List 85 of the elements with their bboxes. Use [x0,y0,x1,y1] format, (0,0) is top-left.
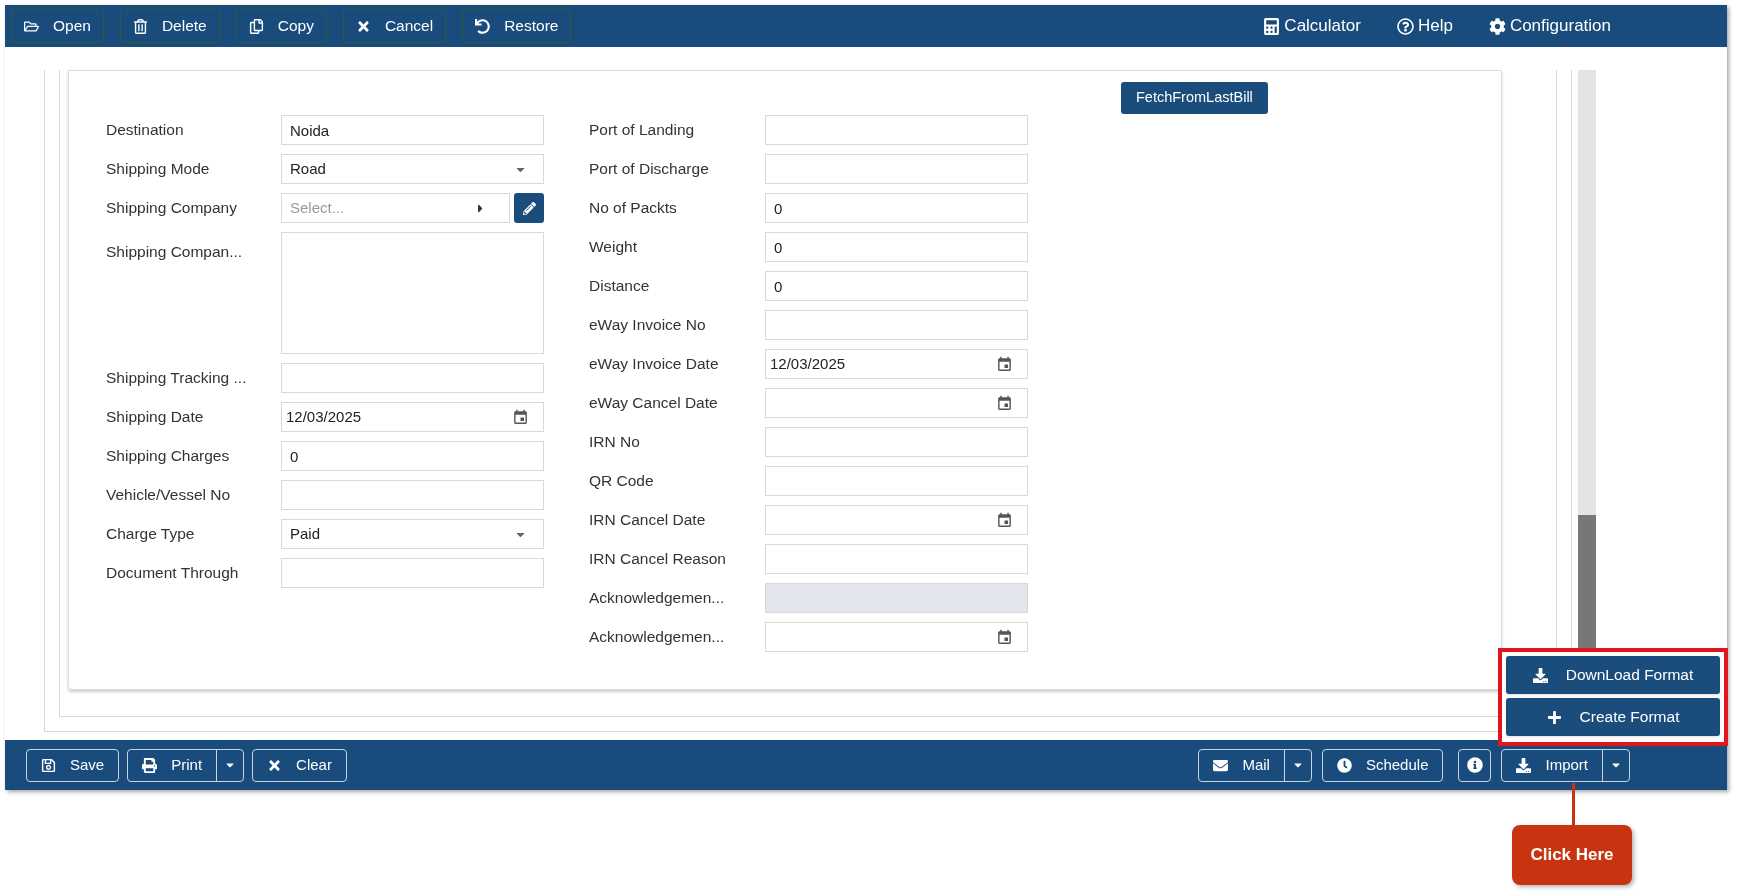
download-icon [1516,757,1532,773]
toolbar-button[interactable]: Cancel [342,9,447,43]
menu-item[interactable]: DownLoad Format [1506,656,1720,694]
text-field[interactable] [281,480,544,510]
download-icon [1532,667,1548,683]
field-label: Acknowledgemen... [589,627,726,648]
field-label: Document Through [106,563,240,584]
field-label: IRN No [589,432,641,453]
calendar-icon [512,408,529,426]
toolbar-button[interactable]: Open [11,9,104,43]
toolbar-link[interactable]: Help [1396,13,1453,39]
text-field[interactable] [765,310,1028,340]
envelope-icon [1213,757,1229,773]
text-field[interactable] [765,466,1028,496]
text-field[interactable]: 0 [765,193,1028,223]
field-label: Shipping Date [106,407,205,428]
field-label: Shipping Compan... [106,242,244,262]
field-label: IRN Cancel Reason [589,549,727,570]
settings-icon [1488,17,1506,35]
leader-line [1572,783,1575,825]
field-label: No of Packts [589,198,678,219]
toolbar-button[interactable]: Copy [235,9,327,43]
text-field[interactable]: 0 [765,232,1028,262]
dropdown-field[interactable]: Road [281,154,544,184]
text-field[interactable] [765,154,1028,184]
text-field[interactable]: 0 [765,271,1028,301]
menu-item[interactable]: Create Format [1506,698,1720,736]
field-label: Port of Discharge [589,159,710,180]
toolbar-button[interactable]: Delete [119,9,220,43]
calculator-icon [1263,17,1281,35]
field-label: eWay Invoice Date [589,354,720,375]
text-field[interactable] [765,544,1028,574]
date-field[interactable]: 12/03/2025 [765,349,1028,379]
toolbar-link[interactable]: Configuration [1488,13,1611,39]
close-icon [267,757,283,773]
text-field[interactable] [765,115,1028,145]
field-label: Shipping Tracking ... [106,368,248,389]
date-field[interactable]: 12/03/2025 [281,402,544,432]
calendar-icon [996,355,1013,373]
text-area[interactable] [281,232,544,354]
calendar-icon [996,628,1013,646]
edit-button[interactable] [514,193,544,223]
field-label: Acknowledgemen... [589,588,726,609]
date-field[interactable] [765,622,1028,652]
trash-icon [132,18,148,34]
calendar-icon [996,394,1013,412]
callout: Click Here [1512,825,1632,885]
field-label: QR Code [589,471,655,492]
field-label: eWay Invoice No [589,315,707,336]
toolbar-button[interactable]: Save [27,749,119,781]
toolbar-button[interactable]: Clear [253,749,346,781]
date-field[interactable] [765,505,1028,535]
field-label: Port of Landing [589,120,696,141]
field-label: eWay Cancel Date [589,393,719,414]
calendar-icon [996,511,1013,529]
plus-icon [1546,709,1562,725]
field-label: Shipping Mode [106,159,211,180]
save-icon [41,757,56,773]
field-label: Weight [589,237,638,258]
toolbar-button[interactable]: Restore [462,9,572,43]
info-button[interactable] [1458,748,1492,782]
undo-icon [475,18,491,34]
field-label: Shipping Charges [106,446,231,467]
text-field[interactable]: 0 [281,441,544,471]
text-field[interactable] [765,427,1028,457]
copy-icon [248,18,264,34]
toolbar-link[interactable]: Calculator [1263,13,1361,39]
text-field[interactable]: Noida [281,115,544,145]
text-field[interactable] [281,363,544,393]
fetch-button[interactable]: FetchFromLastBill [1121,82,1268,114]
field-label: Shipping Company [106,198,238,219]
text-field[interactable] [281,558,544,588]
field-label: Vehicle/Vessel No [106,485,232,506]
field-label: Destination [106,120,185,141]
info-icon [1467,757,1483,773]
date-field[interactable] [765,388,1028,418]
field-label: Distance [589,276,651,297]
field-label: Charge Type [106,524,196,545]
pencil-icon [522,201,536,215]
dropdown-field[interactable]: Paid [281,519,544,549]
printer-icon [142,757,158,773]
clock-icon [1336,757,1352,773]
field-label: IRN Cancel Date [589,510,707,531]
help-icon [1396,17,1414,35]
toolbar-button[interactable]: Schedule [1322,749,1443,781]
